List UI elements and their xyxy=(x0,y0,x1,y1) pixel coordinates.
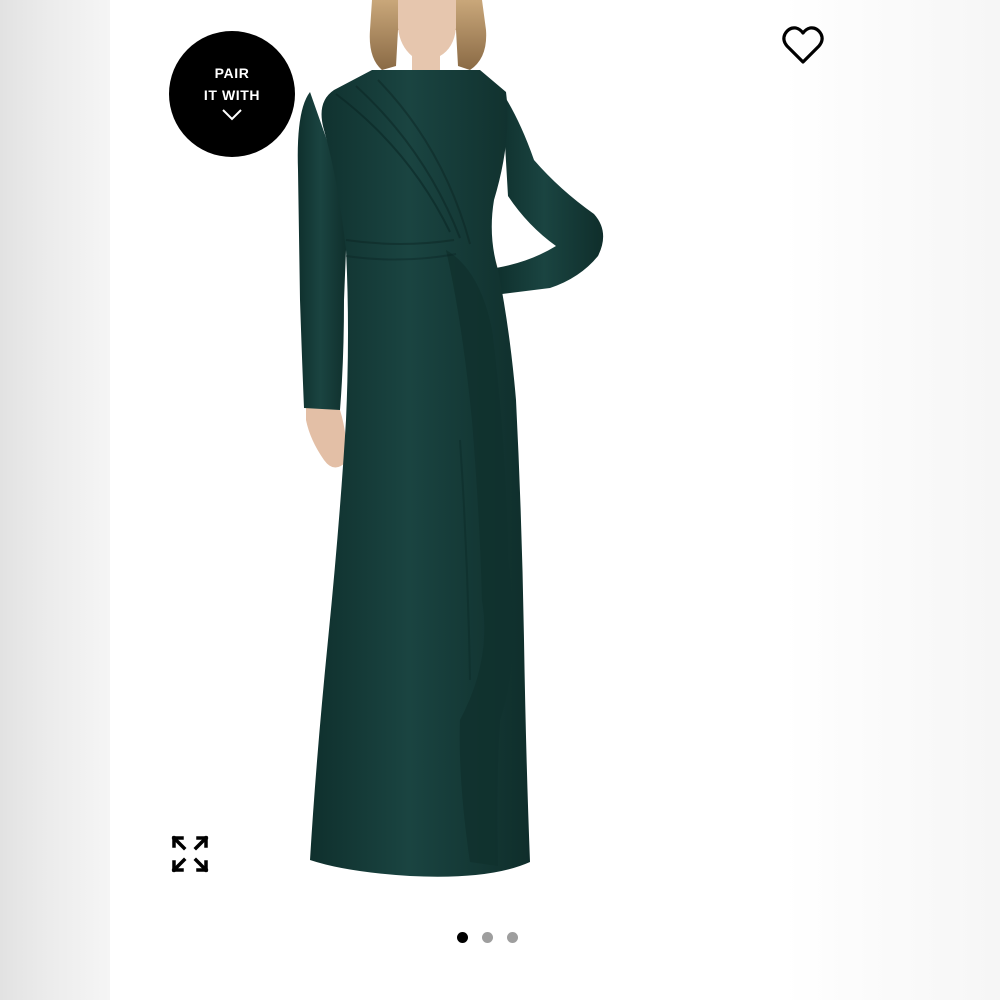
heart-outline-icon xyxy=(782,26,824,64)
carousel-dot[interactable] xyxy=(507,932,518,943)
expand-image-button[interactable] xyxy=(168,832,212,876)
carousel-indicators xyxy=(457,932,518,943)
pair-label: PAIR xyxy=(214,64,250,81)
right-neighbor-image xyxy=(785,0,1000,1000)
product-image-gallery: PAIR IT WITH xyxy=(110,0,824,1000)
wishlist-button[interactable] xyxy=(780,24,826,68)
pair-it-with-button[interactable]: PAIR IT WITH xyxy=(169,31,295,157)
it-with-label: IT WITH xyxy=(203,86,261,103)
carousel-dot[interactable] xyxy=(482,932,493,943)
fullscreen-expand-icon xyxy=(171,835,209,873)
left-neighbor-image xyxy=(0,0,110,1000)
carousel-dot[interactable] xyxy=(457,932,468,943)
chevron-down-icon xyxy=(221,108,243,127)
